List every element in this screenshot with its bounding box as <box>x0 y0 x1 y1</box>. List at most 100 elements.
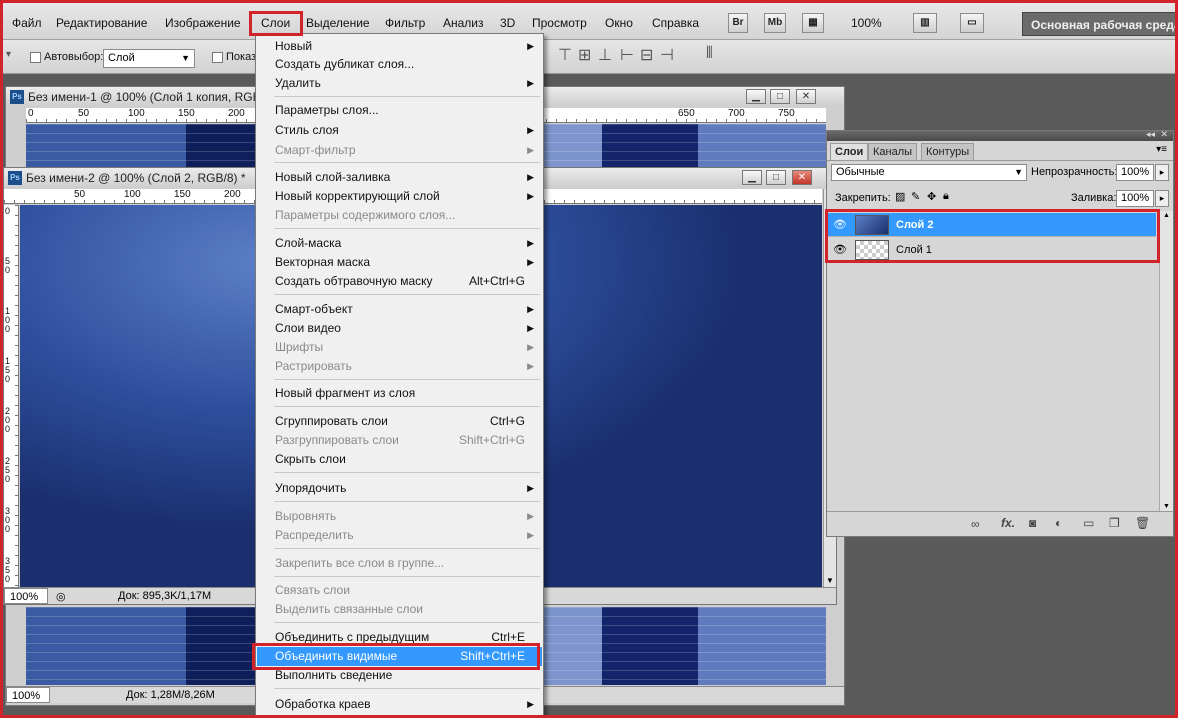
menu-item-duplicate[interactable]: Создать дубликат слоя... <box>257 55 542 74</box>
blend-mode-select[interactable]: Обычные ▼ <box>831 164 1027 181</box>
panel-menu-icon[interactable]: ▾≡ <box>1156 144 1167 155</box>
minimize-button[interactable]: ▁ <box>742 170 762 185</box>
menu-item-flatten-image[interactable]: Выполнить сведение <box>257 666 542 685</box>
menu-item-new-slice[interactable]: Новый фрагмент из слоя <box>257 384 542 403</box>
tab-channels[interactable]: Каналы <box>868 143 918 160</box>
fx-icon[interactable]: fx. <box>1001 516 1015 530</box>
menu-view[interactable]: Просмотр <box>532 16 587 30</box>
menu-item-layer-properties[interactable]: Параметры слоя... <box>257 101 542 120</box>
layer-row-2[interactable]: 👁︎ Слой 1 <box>828 238 1156 262</box>
lock-pixels-icon[interactable]: ✎ <box>911 190 920 203</box>
menu-item-layer-mask[interactable]: Слой-маска ▶ <box>257 234 542 253</box>
autoselect-checkbox[interactable] <box>30 52 41 63</box>
menu-item-ungroup-layers[interactable]: Разгруппировать слои Shift+Ctrl+G <box>257 431 542 450</box>
menu-item-hide-layers[interactable]: Скрыть слои <box>257 450 542 469</box>
close-button[interactable]: ✕ <box>792 170 812 185</box>
arrange-documents-icon[interactable]: ▥ <box>913 13 937 33</box>
align-right-icon[interactable]: ⊣ <box>660 45 674 65</box>
fill-slider-arrow-icon[interactable]: ▸ <box>1155 190 1169 207</box>
menu-item-delete[interactable]: Удалить ▶ <box>257 74 542 93</box>
new-group-icon[interactable]: ▭ <box>1083 516 1094 530</box>
align-vcenter-icon[interactable]: ⊞ <box>578 45 591 65</box>
tab-paths[interactable]: Контуры <box>921 143 975 160</box>
menu-item-layer-style[interactable]: Стиль слоя ▶ <box>257 121 542 140</box>
lock-all-icon[interactable]: 🔒︎ <box>943 190 949 203</box>
menu-item-select-linked[interactable]: Выделить связанные слои <box>257 600 542 619</box>
menu-help[interactable]: Справка <box>652 16 699 30</box>
close-icon[interactable]: ✕ <box>1160 129 1168 140</box>
opacity-field[interactable]: 100% <box>1116 164 1154 181</box>
bridge-button[interactable]: Br <box>728 13 748 33</box>
menu-item-merge-visible[interactable]: Объединить видимые Shift+Ctrl+E <box>257 647 542 666</box>
lock-transparency-icon[interactable]: ▨ <box>895 190 905 203</box>
scroll-down-icon[interactable]: ▼ <box>1163 503 1170 510</box>
menu-item-vector-mask[interactable]: Векторная маска ▶ <box>257 253 542 272</box>
lock-position-icon[interactable]: ✥ <box>927 190 936 203</box>
menu-item-video-layers[interactable]: Слои видео ▶ <box>257 319 542 338</box>
scroll-up-icon[interactable]: ▲ <box>1163 212 1170 219</box>
panel-dock-header[interactable]: ◂◂ ✕ <box>827 129 1173 141</box>
doc2-doc-info[interactable]: Док: 895,3K/1,17M <box>118 588 211 604</box>
align-bottom-icon[interactable]: ⊥ <box>598 45 612 65</box>
maximize-button[interactable]: □ <box>770 89 790 104</box>
link-layers-icon[interactable]: ∞ <box>971 517 980 531</box>
menu-filter[interactable]: Фильтр <box>385 16 425 30</box>
layers-scrollbar[interactable]: ▲ ▼ <box>1159 211 1173 511</box>
extras-icon[interactable]: ▦ <box>802 13 824 33</box>
adjustment-layer-icon[interactable]: ◐ <box>1055 516 1062 530</box>
menu-item-merge-down[interactable]: Объединить с предыдущим Ctrl+E <box>257 628 542 647</box>
menu-analysis[interactable]: Анализ <box>443 16 484 30</box>
align-hcenter-icon[interactable]: ⊟ <box>640 45 653 65</box>
collapse-icon[interactable]: ◂◂ <box>1146 129 1155 140</box>
show-controls-checkbox[interactable] <box>212 52 223 63</box>
menu-item-rasterize[interactable]: Растрировать ▶ <box>257 357 542 376</box>
new-layer-icon[interactable]: ❐ <box>1109 516 1120 530</box>
maximize-button[interactable]: □ <box>766 170 786 185</box>
menu-item-link-layers[interactable]: Связать слои <box>257 581 542 600</box>
align-left-icon[interactable]: ⊢ <box>620 45 634 65</box>
menu-item-layer-content-options[interactable]: Параметры содержимого слоя... <box>257 206 542 225</box>
eye-icon[interactable]: 👁︎ <box>830 216 850 234</box>
menu-item-clipping-mask[interactable]: Создать обтравочную маску Alt+Ctrl+G <box>257 272 542 291</box>
doc2-zoom-field[interactable]: 100% <box>4 588 48 604</box>
menu-item-smart-object[interactable]: Смарт-объект ▶ <box>257 300 542 319</box>
menu-item-align[interactable]: Выровнять ▶ <box>257 507 542 526</box>
menu-select[interactable]: Выделение <box>306 16 370 30</box>
menu-item-new[interactable]: Новый ▶ <box>257 37 542 56</box>
eye-icon[interactable]: 👁︎ <box>830 241 850 259</box>
minibridge-button[interactable]: Mb <box>764 13 786 33</box>
menu-item-type[interactable]: Шрифты ▶ <box>257 338 542 357</box>
workspace-switcher[interactable]: Основная рабочая среда <box>1022 12 1178 36</box>
status-menu-icon[interactable]: ◎ <box>56 589 66 605</box>
menu-item-matting[interactable]: Обработка краев ▶ <box>257 695 542 714</box>
align-top-icon[interactable]: ⊤ <box>558 45 572 65</box>
fill-field[interactable]: 100% <box>1116 190 1154 207</box>
opacity-slider-arrow-icon[interactable]: ▸ <box>1155 164 1169 181</box>
tab-layers[interactable]: Слои <box>830 143 869 160</box>
layer-row-1[interactable]: 👁︎ Слой 2 <box>828 213 1156 237</box>
menu-file[interactable]: Файл <box>12 16 42 30</box>
menu-item-lock-all-in-group[interactable]: Закрепить все слои в группе... <box>257 554 542 573</box>
scroll-down-icon[interactable]: ▼ <box>826 576 834 585</box>
menu-item-new-adjustment-layer[interactable]: Новый корректирующий слой ▶ <box>257 187 542 206</box>
delete-layer-icon[interactable]: 🗑︎ <box>1135 516 1150 530</box>
menu-window[interactable]: Окно <box>605 16 633 30</box>
menu-image[interactable]: Изображение <box>165 16 241 30</box>
menu-item-group-layers[interactable]: Сгруппировать слои Ctrl+G <box>257 412 542 431</box>
layer-name[interactable]: Слой 1 <box>896 238 932 262</box>
menu-item-arrange[interactable]: Упорядочить ▶ <box>257 479 542 498</box>
minimize-button[interactable]: ▁ <box>746 89 766 104</box>
menu-edit[interactable]: Редактирование <box>56 16 147 30</box>
menu-item-new-fill-layer[interactable]: Новый слой-заливка ▶ <box>257 168 542 187</box>
tool-preset-arrow-icon[interactable]: ▾ <box>6 49 11 60</box>
auto-align-icon[interactable]: ⫴ <box>706 45 713 63</box>
menu-3d[interactable]: 3D <box>500 16 515 30</box>
zoom-level[interactable]: 100% <box>851 16 882 30</box>
add-mask-icon[interactable]: ◙ <box>1029 516 1036 530</box>
screen-mode-icon[interactable]: ▭ <box>960 13 984 33</box>
autoselect-target-select[interactable]: Слой ▼ <box>103 49 195 68</box>
doc1-zoom-field[interactable]: 100% <box>6 687 50 703</box>
doc1-doc-info[interactable]: Док: 1,28M/8,26M <box>126 687 215 703</box>
menu-layers[interactable]: Слои <box>261 16 290 30</box>
close-button[interactable]: ✕ <box>796 89 816 104</box>
